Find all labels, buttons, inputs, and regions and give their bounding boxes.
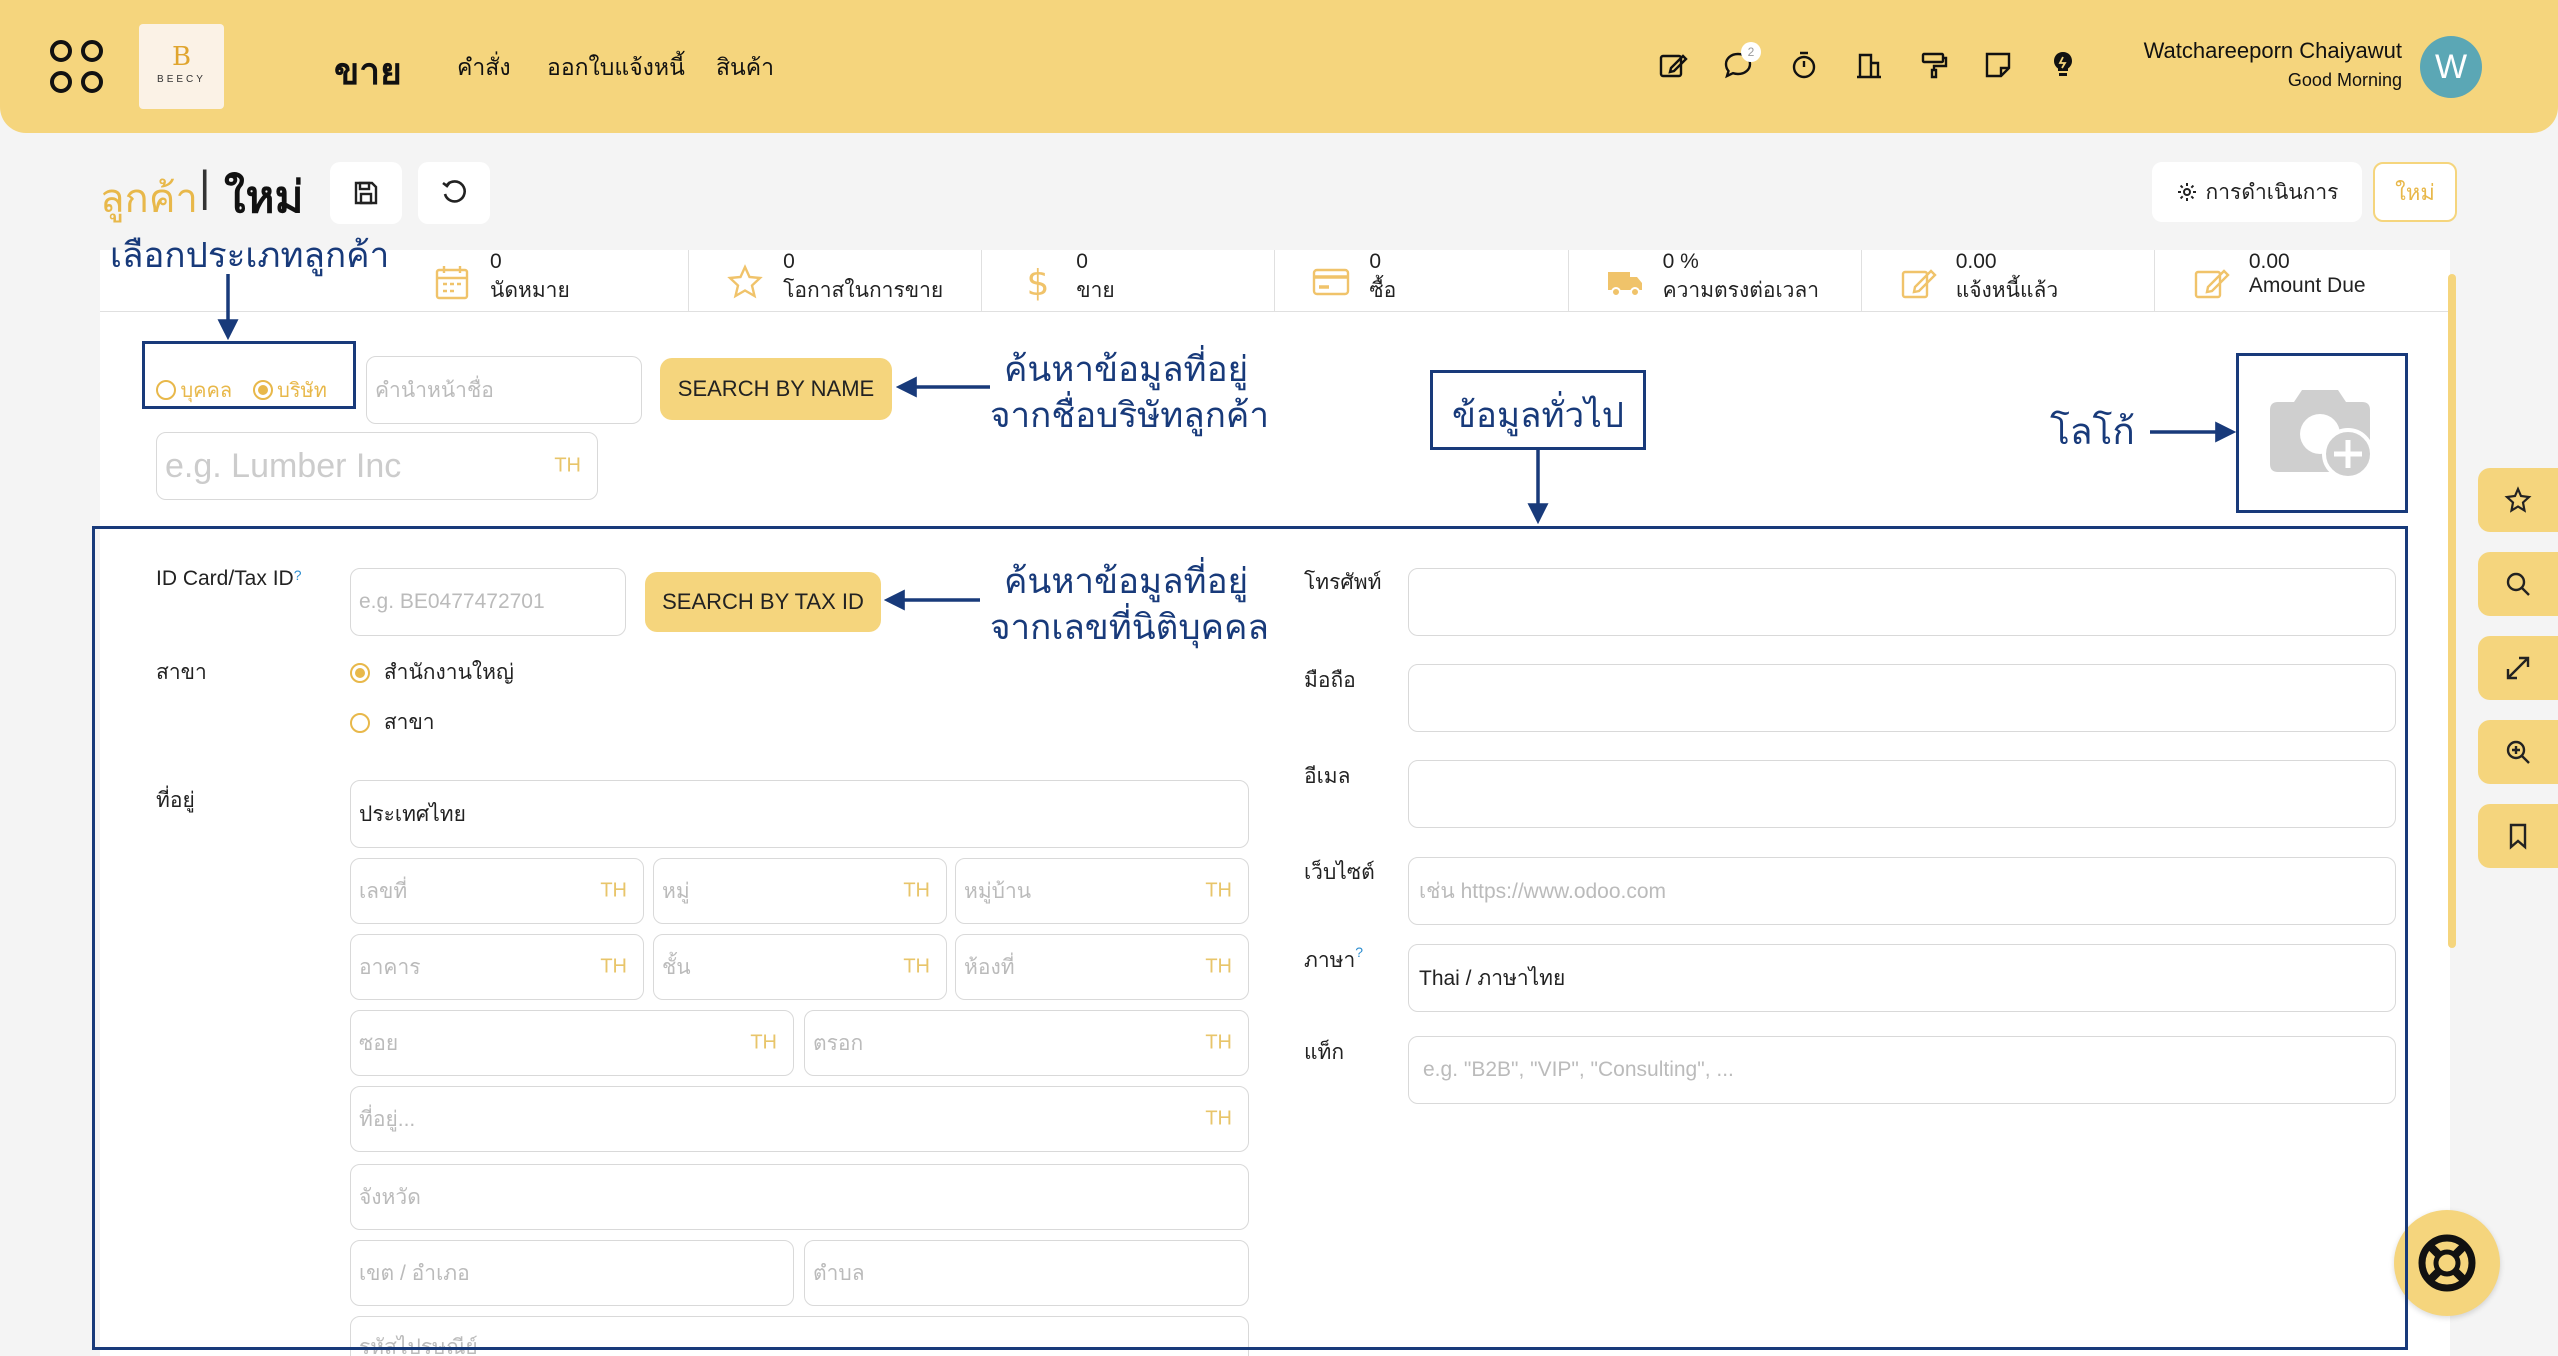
truck-icon — [1607, 272, 1642, 297]
zoom-button[interactable] — [2478, 720, 2558, 784]
stat-purchases[interactable]: 0 ซื้อ — [1275, 250, 1569, 312]
scrollbar[interactable] — [2448, 274, 2456, 948]
bookmark-button[interactable] — [2478, 804, 2558, 868]
chat-badge: 2 — [1741, 42, 1761, 62]
stat-sales[interactable]: $ 0 ขาย — [982, 250, 1276, 312]
company-logo[interactable]: B BEECY — [139, 24, 224, 109]
timer-icon[interactable] — [1787, 48, 1821, 82]
app-name[interactable]: ขาย — [334, 42, 402, 101]
annotation-logo: โลโก้ — [2050, 410, 2135, 453]
bookmark-icon — [2509, 823, 2527, 850]
credit-card-icon — [1313, 268, 1350, 296]
breadcrumb-separator: | — [199, 162, 211, 211]
new-button[interactable]: ใหม่ — [2373, 162, 2457, 222]
stat-meetings[interactable]: 0 นัดหมาย — [396, 250, 690, 312]
stat-opportunities[interactable]: 0 โอกาสในการขาย — [689, 250, 983, 312]
paint-roller-icon[interactable] — [1917, 48, 1951, 82]
zoom-in-icon — [2506, 740, 2530, 764]
edit-icon — [2194, 269, 2230, 299]
edit-icon — [1901, 269, 1937, 299]
gear-icon — [2177, 183, 2196, 201]
building-icon[interactable] — [1852, 48, 1886, 82]
stat-on-time[interactable]: 0 % ความตรงต่อเวลา — [1568, 250, 1862, 312]
expand-button[interactable] — [2478, 636, 2558, 700]
annotation-general-info: ข้อมูลทั่วไป — [1452, 396, 1625, 436]
top-navbar: B BEECY ขาย คำสั่ง ออกใบแจ้งหนี้ สินค้า … — [0, 0, 2558, 133]
annotation-search-tax-line2: จากเลขที่นิติบุคคล — [990, 608, 1269, 648]
edit-note-icon[interactable] — [1656, 48, 1690, 82]
support-button[interactable] — [2394, 1210, 2500, 1316]
expand-icon — [2506, 656, 2530, 680]
annotation-box-customer-type — [142, 341, 356, 409]
apps-menu-icon[interactable] — [50, 40, 104, 94]
search-icon — [2506, 572, 2530, 596]
sticky-note-icon[interactable] — [1981, 48, 2015, 82]
title-select[interactable]: คำนำหน้าชื่อ — [366, 356, 642, 424]
undo-icon — [442, 180, 466, 203]
chat-icon[interactable]: 2 — [1721, 42, 1761, 82]
star-icon — [2504, 486, 2532, 513]
svg-text:$: $ — [1027, 263, 1050, 302]
annotation-box-logo — [2236, 353, 2408, 513]
stat-invoiced[interactable]: 0.00 แจ้งหนี้แล้ว — [1861, 250, 2155, 312]
lightbulb-icon[interactable] — [2046, 48, 2080, 82]
save-icon — [354, 181, 378, 205]
greeting-text: Good Morning — [2287, 70, 2402, 90]
favorite-button[interactable] — [2478, 468, 2558, 532]
breadcrumb-current: ใหม่ — [224, 173, 304, 222]
company-name-input[interactable]: e.g. Lumber Inc TH — [156, 432, 598, 500]
annotation-search-name-line2: จากชื่อบริษัทลูกค้า — [990, 396, 1269, 436]
star-icon — [727, 264, 763, 299]
lifebuoy-icon — [2418, 1234, 2476, 1292]
annotation-customer-type: เลือกประเภทลูกค้า — [110, 236, 390, 276]
discard-button[interactable] — [418, 162, 490, 224]
breadcrumb-customers[interactable]: ลูกค้า — [100, 166, 198, 230]
user-avatar[interactable]: W — [2420, 36, 2482, 98]
search-button[interactable] — [2478, 552, 2558, 616]
divider — [100, 311, 396, 312]
user-name[interactable]: Watchareeporn Chaiyawut — [2144, 38, 2402, 64]
search-by-name-button[interactable]: SEARCH BY NAME — [660, 358, 892, 420]
menu-invoices[interactable]: ออกใบแจ้งหนี้ — [547, 50, 685, 86]
save-button[interactable] — [330, 162, 402, 224]
action-menu-button[interactable]: การดำเนินการ — [2152, 162, 2362, 222]
smart-buttons: 0 นัดหมาย 0 โอกาสในการขาย $ 0 ขาย 0 ซื้อ… — [396, 250, 2448, 312]
dollar-icon: $ — [1027, 263, 1050, 302]
stat-amount-due[interactable]: 0.00 Amount Due — [2154, 250, 2448, 312]
calendar-icon — [435, 266, 469, 300]
menu-orders[interactable]: คำสั่ง — [457, 50, 511, 86]
menu-products[interactable]: สินค้า — [716, 50, 774, 86]
